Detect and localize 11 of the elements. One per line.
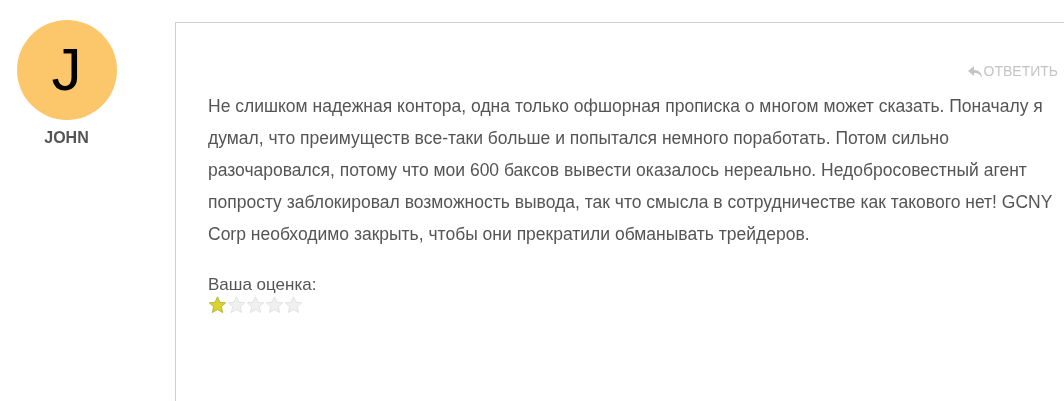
- star-icon: [208, 296, 227, 314]
- star-icon: [246, 296, 265, 314]
- reply-link[interactable]: ОТВЕТИТЬ: [967, 61, 1058, 82]
- star-icon: [284, 296, 303, 314]
- comment-text: Не слишком надежная контора, одна только офшорная прописка о многом может сказать. Поначалу я думал, что преимуществ все-таки больше и попытался немного поработать. Потом сильно разочаровался, потому что мои 600 баксов вывести оказалось нереально. Недобросовестный агент попросту заблокировал возможность вывода, так что смысла в сотрудничестве как такового нет! GCNY Corp необходимо закрыть, чтобы они прекратили обманывать трейдеров.: [208, 95, 1054, 246]
- reply-icon: [967, 65, 982, 78]
- avatar: J: [16, 20, 117, 120]
- author-name: JOHN: [44, 128, 89, 148]
- star-icon: [265, 296, 284, 314]
- rating-label: Ваша оценка:: [208, 274, 318, 296]
- star-icon: [227, 296, 246, 314]
